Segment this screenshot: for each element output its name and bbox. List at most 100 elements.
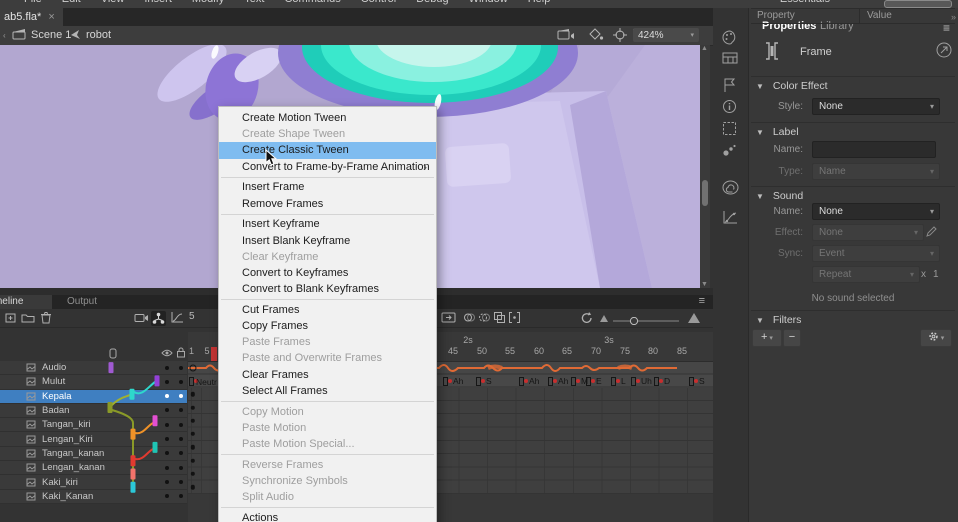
swatches-icon[interactable] <box>722 51 738 65</box>
layer-visibility-dot[interactable] <box>165 437 169 441</box>
layer-lock-dot[interactable] <box>179 408 183 412</box>
label-name-input[interactable] <box>812 141 936 158</box>
breadcrumb-scene[interactable]: Scene 1 <box>31 29 71 41</box>
audio-empty-keyframe[interactable] <box>189 364 196 371</box>
sound-name-dropdown[interactable]: None <box>812 203 940 220</box>
eye-icon[interactable] <box>161 349 173 357</box>
layer-visibility-dot[interactable] <box>165 423 169 427</box>
menubar-item[interactable]: Help <box>528 0 551 5</box>
layer-row[interactable]: Kaki_kiri <box>0 475 187 489</box>
context-menu-item[interactable]: Insert Keyframe › <box>219 216 436 232</box>
stage-zoom-select[interactable]: 424% ▾ <box>633 28 699 42</box>
section-sound[interactable]: ▼ Sound <box>756 190 803 202</box>
layer-visibility-dot[interactable] <box>165 480 169 484</box>
layer-visibility-dot[interactable] <box>165 494 169 498</box>
section-label[interactable]: ▼ Label <box>756 126 799 138</box>
context-menu-item[interactable]: Actions › <box>219 510 436 522</box>
menubar-item[interactable]: Window <box>469 0 508 5</box>
layer-visibility-dot[interactable] <box>165 380 169 384</box>
context-menu-item[interactable]: Insert Frame › <box>219 179 436 195</box>
back-chevron-icon[interactable]: ‹ <box>3 31 6 40</box>
context-menu-item[interactable]: Convert to Frame-by-Frame Animation › <box>219 159 436 175</box>
layer-row[interactable]: Lengan_Kiri <box>0 432 187 446</box>
new-folder-icon[interactable] <box>21 311 35 324</box>
timeline-zoom-slider[interactable] <box>613 317 679 325</box>
fill-bucket-icon[interactable] <box>587 28 604 41</box>
layer-lock-dot[interactable] <box>179 466 183 470</box>
context-menu-item[interactable]: Remove Frames › <box>219 196 436 212</box>
layer-lock-dot[interactable] <box>179 394 183 398</box>
tab-timeline[interactable]: Timeline <box>0 295 52 309</box>
layer-row[interactable]: Tangan_kiri <box>0 418 187 432</box>
layer-row[interactable]: Badan <box>0 404 187 418</box>
stage-vertical-scrollbar[interactable]: ▲ ▼ <box>700 45 710 288</box>
menubar-item[interactable]: Edit <box>62 0 81 5</box>
timeline-zoom-in-icon[interactable] <box>688 313 700 323</box>
creative-cloud-icon[interactable] <box>722 180 739 195</box>
outline-view-icon[interactable] <box>109 348 117 359</box>
layer-lock-dot[interactable] <box>179 437 183 441</box>
align-grid-icon[interactable] <box>722 121 737 136</box>
section-color-effect[interactable]: ▼ Color Effect <box>756 80 828 92</box>
new-layer-icon[interactable] <box>4 311 17 324</box>
context-menu-item[interactable]: Convert to Blank Keyframes › <box>219 281 436 297</box>
particles-icon[interactable] <box>722 143 737 157</box>
onion-skin-outlines-icon[interactable] <box>478 311 491 324</box>
flag-icon[interactable] <box>722 78 737 93</box>
layer-lock-dot[interactable] <box>179 451 183 455</box>
layer-lock-dot[interactable] <box>179 480 183 484</box>
menubar-item[interactable]: Debug <box>416 0 448 5</box>
modify-markers-icon[interactable] <box>508 311 521 324</box>
timeline-panel-menu-icon[interactable]: ≡ <box>699 295 705 307</box>
menubar-item[interactable]: Modify <box>192 0 224 5</box>
info-icon[interactable] <box>722 99 737 114</box>
loop-playback-icon[interactable] <box>580 311 594 324</box>
filter-options-gear-button[interactable]: ▾ <box>920 329 952 347</box>
add-filter-button[interactable]: + ▾ <box>752 329 782 347</box>
layer-lock-dot[interactable] <box>179 380 183 384</box>
layer-row[interactable]: Lengan_kanan <box>0 461 187 475</box>
layer-lock-dot[interactable] <box>179 494 183 498</box>
delete-layer-trash-icon[interactable] <box>40 311 52 324</box>
context-menu-item[interactable]: Select All Frames › <box>219 383 436 399</box>
style-dropdown[interactable]: None <box>812 98 940 115</box>
color-palette-icon[interactable] <box>722 30 738 45</box>
layer-visibility-dot[interactable] <box>165 366 169 370</box>
context-menu-item[interactable]: Cut Frames › <box>219 302 436 318</box>
context-menu-item[interactable]: Create Motion Tween › <box>219 110 436 126</box>
center-frame-icon[interactable] <box>441 311 456 324</box>
context-menu-item[interactable]: Create Classic Tween › <box>219 142 436 158</box>
graph-editor-icon[interactable] <box>170 311 184 324</box>
context-menu-item[interactable]: Clear Frames › <box>219 367 436 383</box>
menubar-item[interactable]: View <box>101 0 125 5</box>
context-menu-item[interactable]: Copy Frames › <box>219 318 436 334</box>
menubar-item[interactable]: Insert <box>144 0 172 5</box>
document-tab[interactable]: ab5.fla* × <box>0 8 63 26</box>
workspace-switcher[interactable]: Essentials <box>780 0 830 5</box>
menubar-item[interactable]: File <box>24 0 42 5</box>
scroll-down-icon[interactable]: ▼ <box>701 281 708 288</box>
camera-icon[interactable] <box>134 311 149 324</box>
layer-row[interactable]: Kaki_Kanan <box>0 490 187 504</box>
camera-clapper-icon[interactable] <box>557 28 575 41</box>
edit-multiple-frames-icon[interactable] <box>493 311 506 324</box>
remove-filter-button[interactable]: − <box>783 329 801 347</box>
close-icon[interactable]: × <box>48 11 54 23</box>
playhead-marker[interactable] <box>211 347 217 361</box>
motion-graph-icon[interactable] <box>722 210 738 225</box>
menubar-item[interactable]: Commands <box>284 0 340 5</box>
context-menu-item[interactable]: Convert to Keyframes › <box>219 265 436 281</box>
timeline-zoom-out-icon[interactable] <box>600 315 608 322</box>
layer-row[interactable]: Kepala <box>0 390 187 404</box>
center-stage-icon[interactable] <box>613 28 627 42</box>
tab-output[interactable]: Output <box>58 295 106 309</box>
show-parenting-view-icon[interactable] <box>151 311 166 326</box>
scroll-up-icon[interactable]: ▲ <box>701 45 708 52</box>
scrollbar-thumb[interactable] <box>702 180 708 206</box>
breadcrumb-symbol[interactable]: robot <box>86 29 111 41</box>
layer-row[interactable]: Tangan_kanan <box>0 447 187 461</box>
lock-icon[interactable] <box>176 347 186 358</box>
search-input[interactable] <box>884 0 952 8</box>
layer-visibility-dot[interactable] <box>165 408 169 412</box>
layer-lock-dot[interactable] <box>179 366 183 370</box>
